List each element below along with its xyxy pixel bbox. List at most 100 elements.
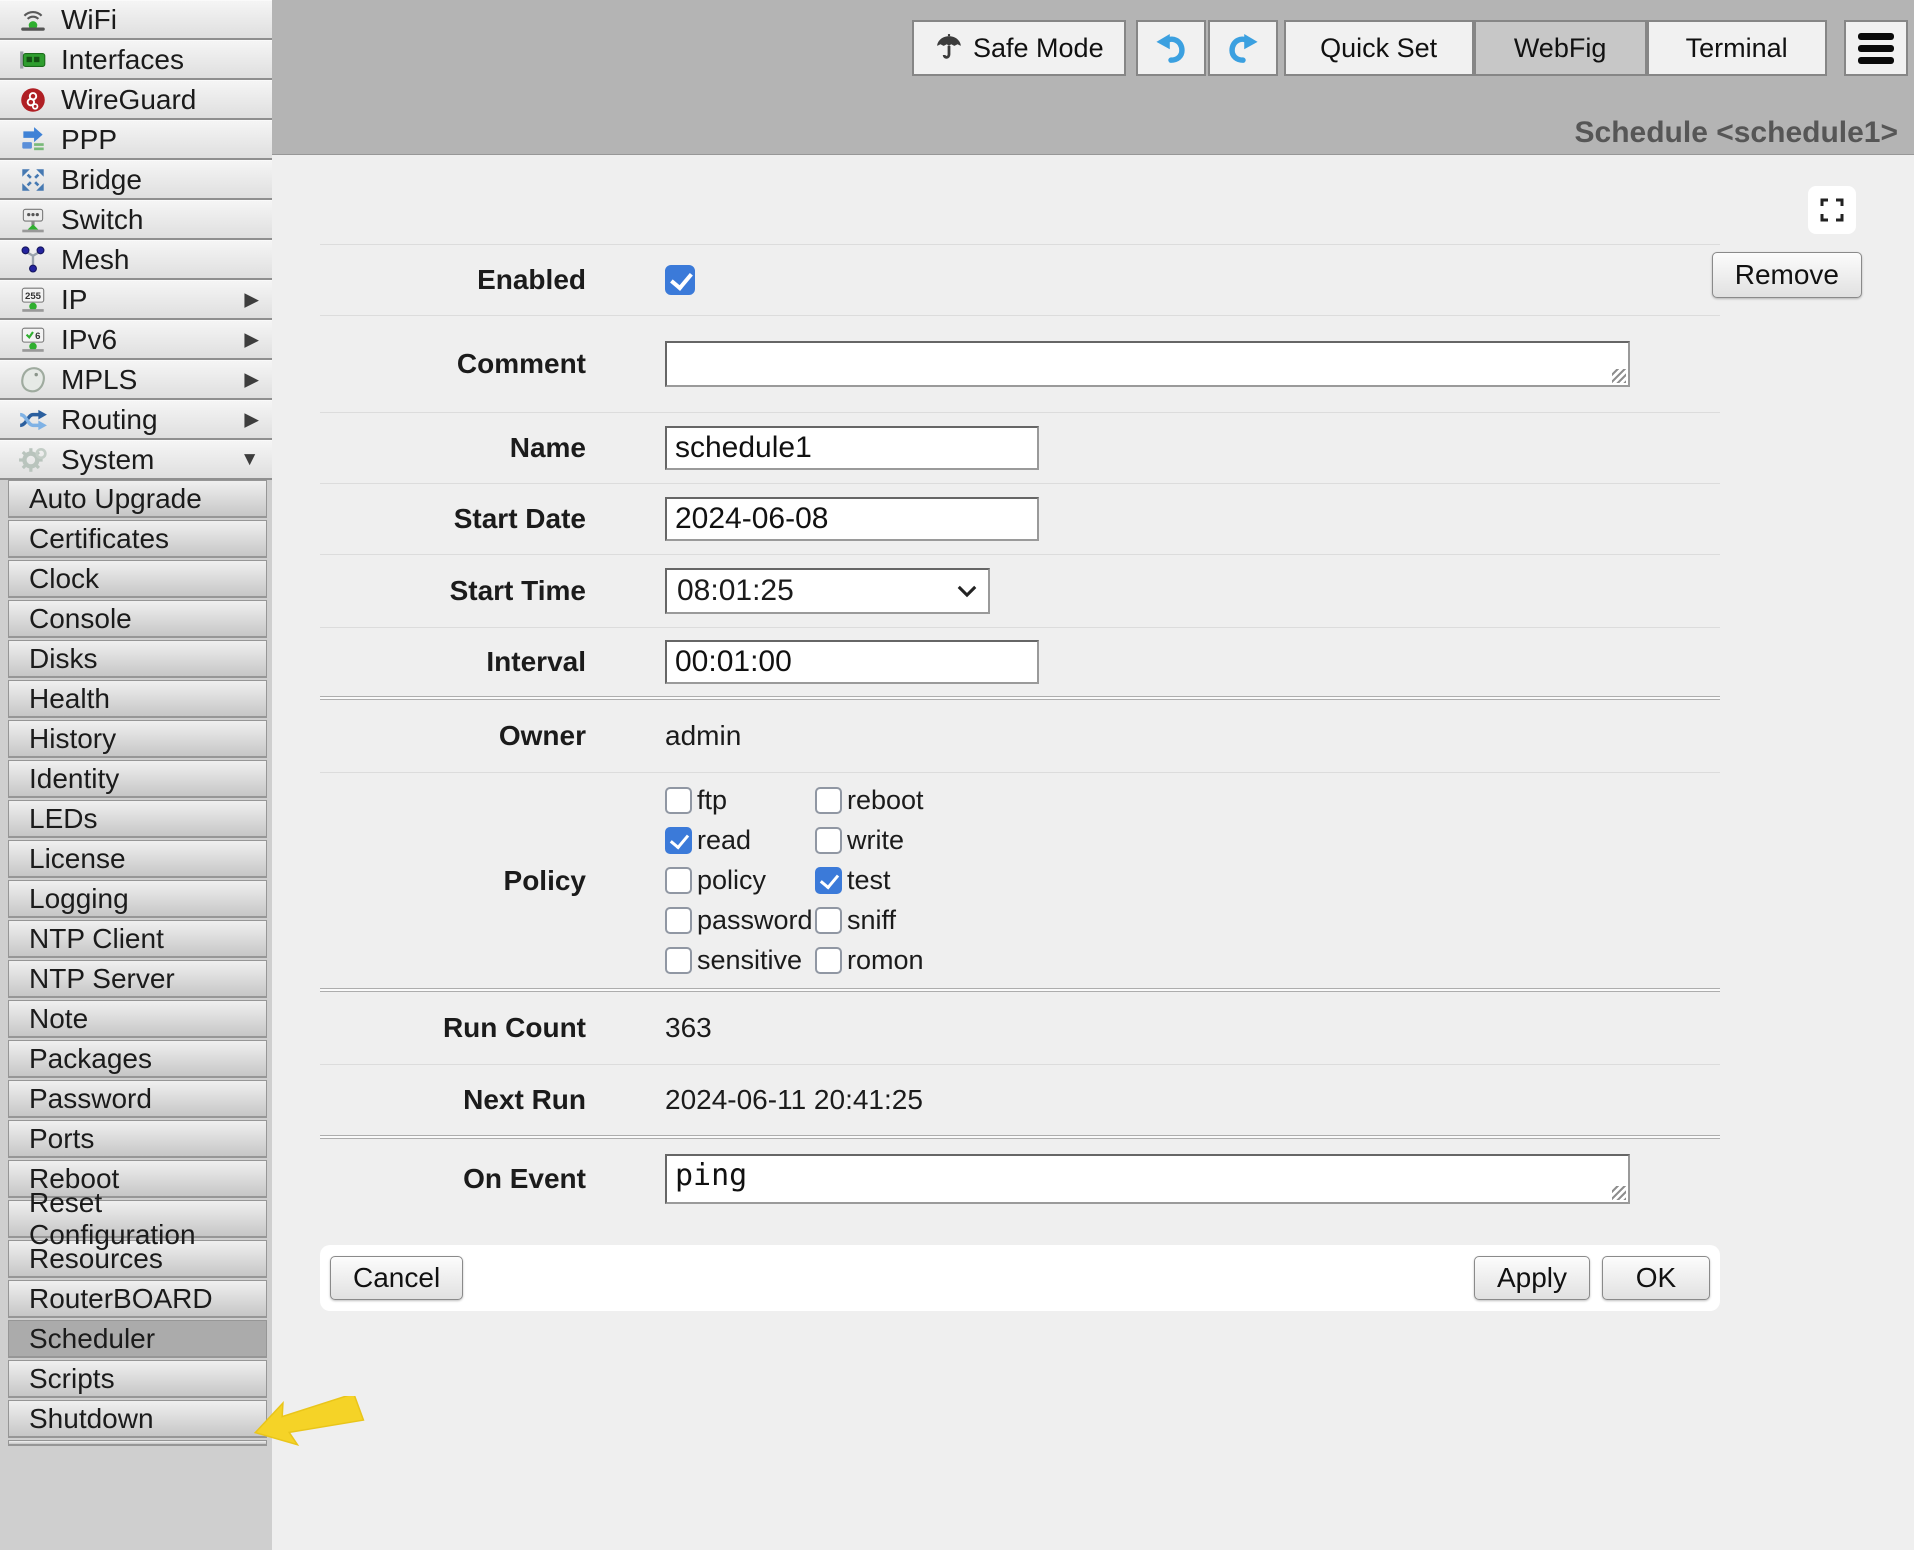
tab-quick-set[interactable]: Quick Set [1284,20,1474,76]
interval-input[interactable] [665,640,1039,684]
tab-terminal[interactable]: Terminal [1647,20,1827,76]
safe-mode-label: Safe Mode [973,33,1104,64]
main-content: Remove Enabled Comment Name Start Date [272,156,1914,1550]
sidebar-item-label: Routing [61,404,158,436]
policy-checkbox-sensitive[interactable] [665,947,692,974]
policy-option-reboot: reboot [815,785,924,816]
sidebar-subitem-label: LEDs [29,803,97,835]
start-date-input[interactable] [665,497,1039,541]
sidebar-item-scheduler[interactable]: Scheduler [8,1320,267,1358]
fullscreen-icon [1818,196,1846,224]
sidebar-item-certificates[interactable]: Certificates [8,520,267,558]
sidebar-item-routing[interactable]: Routing ▶ [0,400,272,440]
sidebar-item-logging[interactable]: Logging [8,880,267,918]
enabled-checkbox[interactable] [665,265,695,295]
on-event-label: On Event [320,1163,586,1195]
policy-checkbox-ftp[interactable] [665,787,692,814]
undo-button[interactable] [1136,20,1206,76]
comment-textarea[interactable] [665,341,1630,387]
sidebar-item-wifi[interactable]: WiFi [0,0,272,40]
ip-icon [18,285,48,315]
tab-webfig[interactable]: WebFig [1474,20,1647,76]
policy-option-label: read [697,825,751,856]
policy-option-write: write [815,825,924,856]
umbrella-icon [934,33,964,63]
sidebar-item-interfaces[interactable]: Interfaces [0,40,272,80]
sidebar-item-label: WireGuard [61,84,196,116]
sidebar-item-ports[interactable]: Ports [8,1120,267,1158]
policy-checkbox-read[interactable] [665,827,692,854]
on-event-textarea[interactable]: ping [665,1154,1630,1204]
sidebar-item-mesh[interactable]: Mesh [0,240,272,280]
policy-checkbox-password[interactable] [665,907,692,934]
sidebar-item-health[interactable]: Health [8,680,267,718]
bridge-icon [18,165,48,195]
sidebar-item-reset-configuration[interactable]: Reset Configuration [8,1200,267,1238]
policy-checkbox-test[interactable] [815,867,842,894]
name-row: Name [272,413,1720,483]
cancel-button[interactable]: Cancel [330,1256,463,1300]
wifi-icon [18,5,48,35]
sidebar-subitem-label: Certificates [29,523,169,555]
sidebar-item-bridge[interactable]: Bridge [0,160,272,200]
sidebar-item-label: Bridge [61,164,142,196]
sidebar-item-ntp-client[interactable]: NTP Client [8,920,267,958]
sidebar-item-label: IP [61,284,87,316]
sidebar-item-label: MPLS [61,364,137,396]
sidebar-item-ppp[interactable]: PPP [0,120,272,160]
policy-checkbox-reboot[interactable] [815,787,842,814]
sidebar-item-routerboard[interactable]: RouterBOARD [8,1280,267,1318]
next-run-value: 2024-06-11 20:41:25 [665,1084,923,1116]
policy-option-label: policy [697,865,766,896]
interval-label: Interval [320,646,586,678]
start-time-row: Start Time 08:01:25 [272,555,1720,627]
redo-button[interactable] [1208,20,1278,76]
sidebar-item-leds[interactable]: LEDs [8,800,267,838]
sidebar-item-password[interactable]: Password [8,1080,267,1118]
start-time-select[interactable]: 08:01:25 [665,568,990,614]
redo-icon [1226,31,1260,65]
sidebar-item-ip[interactable]: IP ▶ [0,280,272,320]
sidebar-item-mpls[interactable]: MPLS ▶ [0,360,272,400]
sidebar-item-auto-upgrade[interactable]: Auto Upgrade [8,480,267,518]
ok-button[interactable]: OK [1602,1256,1710,1300]
menu-button[interactable] [1844,20,1908,76]
policy-row: Policy ftp reboot [272,773,1720,988]
sidebar-item-ipv6[interactable]: IPv6 ▶ [0,320,272,360]
fullscreen-button[interactable] [1808,186,1856,234]
sidebar-item-scripts[interactable]: Scripts [8,1360,267,1398]
sidebar-item-wireguard[interactable]: WireGuard [0,80,272,120]
policy-checkbox-sniff[interactable] [815,907,842,934]
sidebar-item-packages[interactable]: Packages [8,1040,267,1078]
sidebar-item-ntp-server[interactable]: NTP Server [8,960,267,998]
sidebar-item-identity[interactable]: Identity [8,760,267,798]
sidebar-item-system[interactable]: System ▼ [0,440,272,480]
safe-mode-button[interactable]: Safe Mode [912,20,1126,76]
sidebar-item-license[interactable]: License [8,840,267,878]
policy-checkbox-write[interactable] [815,827,842,854]
sidebar-item-disks[interactable]: Disks [8,640,267,678]
interval-row: Interval [272,628,1720,696]
sidebar-item-console[interactable]: Console [8,600,267,638]
policy-option-ftp: ftp [665,785,815,816]
sidebar-subitem-label: Resources [29,1243,163,1275]
sidebar-item-partial [8,1440,267,1446]
remove-button[interactable]: Remove [1712,252,1862,298]
sidebar-subitem-label: Shutdown [29,1403,154,1435]
sidebar-subitem-label: Password [29,1083,152,1115]
sidebar-item-shutdown[interactable]: Shutdown [8,1400,267,1438]
sidebar-subitem-label: Reset Configuration [29,1187,266,1251]
policy-option-label: test [847,865,891,896]
sidebar-item-history[interactable]: History [8,720,267,758]
ppp-icon [18,125,48,155]
policy-option-test: test [815,865,924,896]
apply-button[interactable]: Apply [1474,1256,1590,1300]
name-input[interactable] [665,426,1039,470]
policy-checkbox-romon[interactable] [815,947,842,974]
sidebar-item-note[interactable]: Note [8,1000,267,1038]
sidebar-subitem-label: History [29,723,116,755]
policy-checkbox-policy[interactable] [665,867,692,894]
sidebar-item-switch[interactable]: Switch [0,200,272,240]
enabled-row: Enabled [272,245,1720,315]
sidebar-item-clock[interactable]: Clock [8,560,267,598]
